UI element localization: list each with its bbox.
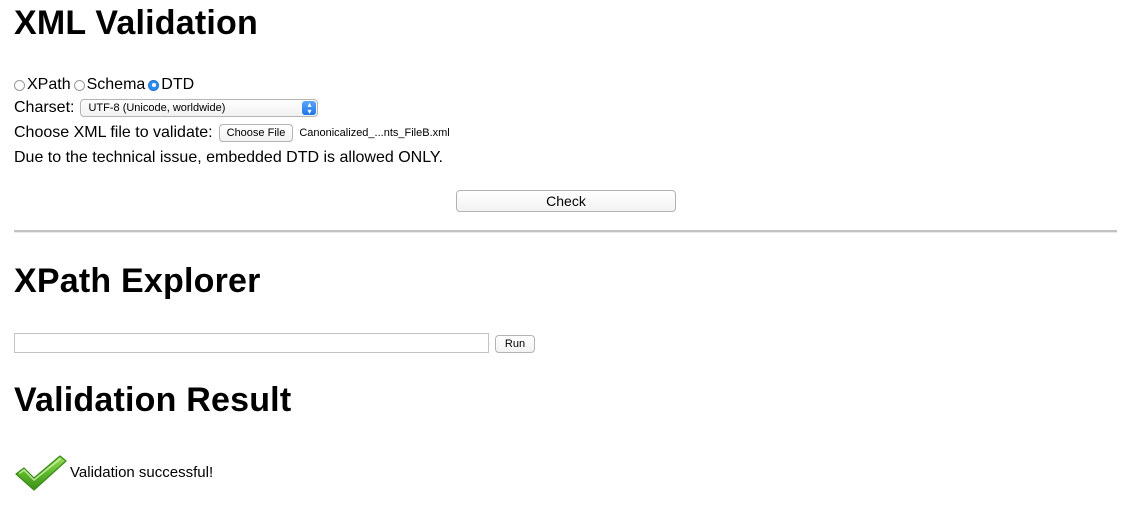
radio-option-schema[interactable]: Schema <box>73 76 146 94</box>
radio-dtd-label: DTD <box>161 76 195 93</box>
radio-schema[interactable] <box>73 79 85 91</box>
validation-mode-group: XPath Schema DTD <box>14 76 197 94</box>
check-button[interactable]: Check <box>456 190 676 212</box>
validation-result-row: Validation successful! <box>14 454 213 494</box>
selected-file-name: Canonicalized_...nts_FileB.xml <box>299 127 450 139</box>
xml-validation-heading: XML Validation <box>14 4 258 42</box>
checkmark-icon <box>15 455 67 491</box>
choose-file-button[interactable]: Choose File <box>218 124 294 142</box>
xpath-explorer-heading: XPath Explorer <box>14 262 261 300</box>
radio-xpath-label: XPath <box>27 76 71 93</box>
radio-dtd[interactable] <box>148 79 160 91</box>
charset-select[interactable]: UTF-8 (Unicode, worldwide) ▴ ▾ <box>80 99 319 117</box>
run-button[interactable]: Run <box>495 335 535 353</box>
section-divider <box>14 230 1117 233</box>
radio-schema-label: Schema <box>86 76 146 93</box>
charset-label: Charset: <box>14 99 75 116</box>
validation-result-heading: Validation Result <box>14 381 292 419</box>
radio-option-dtd[interactable]: DTD <box>148 76 194 94</box>
validation-result-message: Validation successful! <box>70 463 214 481</box>
xpath-input[interactable] <box>14 333 489 353</box>
radio-option-xpath[interactable]: XPath <box>14 76 71 94</box>
dtd-notice: Due to the technical issue, embedded DTD… <box>14 149 443 166</box>
file-row: Choose XML file to validate: Choose File… <box>14 124 450 142</box>
chevron-up-down-icon: ▴ ▾ <box>302 101 317 116</box>
radio-xpath[interactable] <box>14 79 25 91</box>
file-label: Choose XML file to validate: <box>14 124 213 141</box>
charset-row: Charset: UTF-8 (Unicode, worldwide) ▴ ▾ <box>14 99 319 117</box>
charset-selected-value: UTF-8 (Unicode, worldwide) <box>88 102 226 114</box>
